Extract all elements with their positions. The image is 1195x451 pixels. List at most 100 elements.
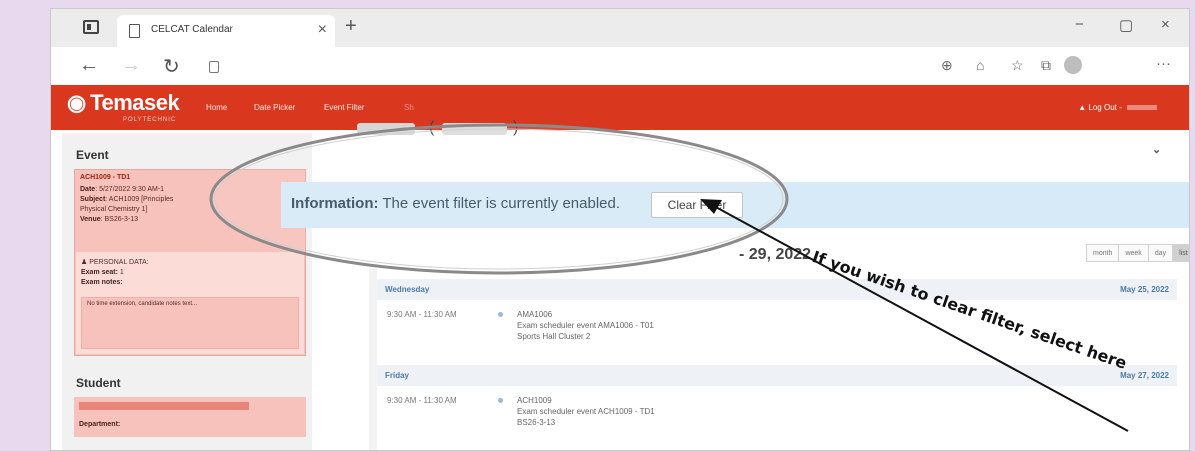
date-value: : 5/27/2022 9:30 AM-1 — [95, 186, 165, 193]
temasek-logo[interactable]: ◉ Temasek POLYTECHNIC — [67, 90, 180, 123]
venue-value: : BS26-3-13 — [100, 216, 138, 223]
read-aloud-icon[interactable]: ⌂ — [976, 57, 984, 73]
view-list-button[interactable]: list — [1172, 244, 1189, 262]
logout-link[interactable]: ▲ Log Out - — [1078, 103, 1157, 112]
tab-title: CELCAT Calendar — [151, 24, 233, 35]
collections-icon[interactable]: ⧉ — [1041, 57, 1051, 74]
view-week-button[interactable]: week — [1118, 244, 1149, 262]
event-dot-icon — [498, 398, 503, 403]
back-icon[interactable]: ← — [79, 54, 99, 77]
venue-label: Venue — [80, 216, 101, 223]
info-message: The event filter is currently enabled. — [378, 195, 621, 212]
exam-notes-value: No time extension, candidate notes text.… — [87, 301, 198, 307]
event-row-ach1009[interactable]: 9:30 AM - 11:30 AM ACH1009 Exam schedule… — [377, 386, 1177, 438]
event-time: 9:30 AM - 11:30 AM — [387, 310, 457, 319]
clear-filter-button[interactable]: Clear Filter — [651, 192, 743, 218]
subject-label: Subject — [80, 196, 106, 203]
tab-actions-icon[interactable] — [83, 20, 99, 34]
event-time: 9:30 AM - 11:30 AM — [387, 396, 457, 405]
exam-notes-label: Exam notes: — [81, 279, 123, 286]
nav-show[interactable]: Sh — [404, 103, 414, 112]
paren-close: ) — [513, 119, 519, 136]
day-date[interactable]: May 27, 2022 — [1120, 371, 1169, 380]
event-code: ACH1009 - TD1 — [80, 174, 131, 181]
exam-seat-value: 1 — [119, 269, 124, 276]
person-icon: ♟ — [81, 259, 88, 266]
nav-event-filter[interactable]: Event Filter — [324, 103, 364, 112]
day-name: Friday — [385, 371, 410, 380]
exam-seat-label: Exam seat: — [81, 269, 118, 276]
event-subject-cont: Physical Chemistry 1] — [80, 206, 148, 213]
minimize-icon[interactable]: − — [1075, 16, 1084, 33]
event-description: Exam scheduler event ACH1009 - TD1 — [517, 407, 655, 416]
department-label-text: Department: — [79, 421, 121, 428]
student-card: Department: — [74, 397, 306, 437]
redacted-name — [442, 123, 507, 135]
date-range-title: - 29, 2022 — [739, 246, 812, 263]
paren-open: ( — [429, 119, 435, 136]
forward-icon[interactable]: → — [121, 54, 141, 77]
event-details-card: ACH1009 - TD1 Date: 5/27/2022 9:30 AM-1 … — [74, 169, 306, 356]
logout-label: Log Out - — [1088, 103, 1122, 112]
browser-window: CELCAT Calendar × + − ▢ × ← → ↻ ⊕ ⌂ ☆ ⧉ … — [50, 8, 1190, 451]
zoom-icon[interactable]: ⊕ — [941, 57, 953, 74]
personal-data-box: ♟ PERSONAL DATA: Exam seat: 1 Exam notes… — [76, 252, 304, 354]
exam-notes-box: No time extension, candidate notes text.… — [81, 297, 299, 349]
view-switcher: month week day list — [1086, 244, 1189, 262]
logo-text: ◉ — [67, 90, 86, 115]
exam-seat: Exam seat: 1 — [81, 269, 124, 276]
day-header-friday: Friday May 27, 2022 — [377, 365, 1177, 386]
event-date: Date: 5/27/2022 9:30 AM-1 — [80, 186, 164, 193]
event-location: BS26-3-13 — [517, 418, 556, 427]
home-icon[interactable] — [209, 61, 219, 73]
day-name: Wednesday — [385, 285, 430, 294]
department-label: Department: — [79, 421, 120, 428]
nav-home[interactable]: Home — [206, 103, 227, 112]
info-text: Information: The event filter is current… — [291, 195, 620, 212]
redacted-username — [1127, 105, 1157, 111]
nav-date-picker[interactable]: Date Picker — [254, 103, 295, 112]
refresh-icon[interactable]: ↻ — [163, 54, 180, 79]
page-icon — [129, 24, 140, 38]
student-section-title: Student — [76, 376, 121, 390]
personal-data-header: ♟ PERSONAL DATA: — [81, 258, 149, 266]
logo-wordmark: Temasek — [90, 90, 180, 115]
new-tab-icon[interactable]: + — [345, 15, 357, 38]
event-subject: Subject: ACH1009 [Principles — [80, 196, 173, 203]
expand-chevron-icon[interactable]: ⌄ — [1152, 143, 1161, 156]
app-header: ◉ Temasek POLYTECHNIC Home Date Picker E… — [51, 85, 1189, 130]
left-panel: Event ACH1009 - TD1 Date: 5/27/2022 9:30… — [62, 133, 312, 450]
event-code: AMA1006 — [517, 310, 553, 319]
tab-close-icon[interactable]: × — [318, 21, 327, 39]
event-location: Sports Hall Cluster 2 — [517, 332, 591, 341]
personal-label: PERSONAL DATA: — [89, 259, 149, 266]
info-label: Information: — [291, 195, 379, 212]
lock-icon: ▲ — [1078, 103, 1087, 112]
more-icon[interactable]: ··· — [1156, 55, 1171, 72]
tab-strip: CELCAT Calendar × + − ▢ × — [51, 9, 1189, 47]
event-venue: Venue: BS26-3-13 — [80, 216, 138, 223]
event-description: Exam scheduler event AMA1006 - T01 — [517, 321, 654, 330]
redacted-student-name — [79, 402, 249, 410]
subject-value: : ACH1009 [Principles — [105, 196, 174, 203]
profile-avatar[interactable] — [1064, 56, 1082, 74]
day-date[interactable]: May 25, 2022 — [1120, 285, 1169, 294]
day-header-wednesday: Wednesday May 25, 2022 — [377, 279, 1177, 300]
event-code: ACH1009 — [517, 396, 552, 405]
view-day-button[interactable]: day — [1147, 244, 1174, 262]
info-alert: Information: The event filter is current… — [281, 182, 1189, 228]
close-window-icon[interactable]: × — [1161, 16, 1170, 33]
list-border — [369, 268, 377, 450]
favorites-icon[interactable]: ☆ — [1011, 57, 1024, 74]
date-label: Date — [80, 186, 96, 193]
redacted-heading — [357, 123, 415, 135]
event-dot-icon — [498, 312, 503, 317]
maximize-icon[interactable]: ▢ — [1119, 16, 1133, 34]
address-toolbar: ← → ↻ ⊕ ⌂ ☆ ⧉ ··· — [51, 47, 1189, 85]
main-calendar: ( ) ⌄ Information: The event filter is c… — [281, 119, 1189, 450]
event-section-title: Event — [76, 148, 109, 162]
exam-notes-label-text: Exam notes: — [81, 279, 123, 286]
view-month-button[interactable]: month — [1086, 244, 1120, 262]
logo-subtitle: POLYTECHNIC — [123, 117, 177, 123]
browser-tab[interactable]: CELCAT Calendar × — [117, 15, 335, 47]
